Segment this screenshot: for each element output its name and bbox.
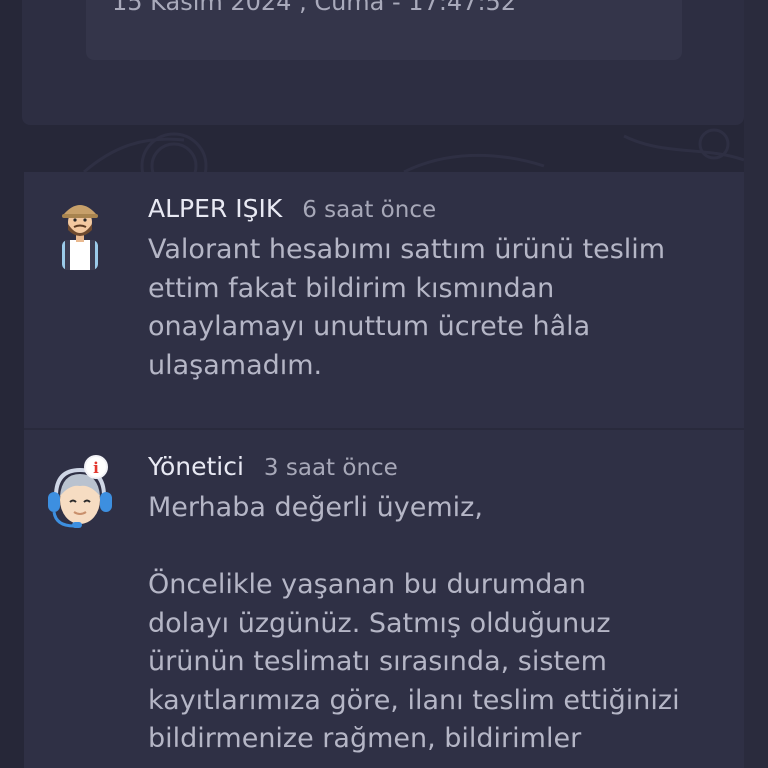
message-time: 6 saat önce (302, 197, 437, 223)
support-ticket-page: 15 Kasım 2024 , Cuma - 17:47:52 ALPER IŞ… (0, 0, 768, 768)
message-author: Yönetici (148, 452, 244, 481)
message-author: ALPER IŞIK (148, 194, 283, 223)
message-body: Merhaba değerli üyemiz, Öncelikle yaşana… (148, 492, 680, 754)
message-body: Valorant hesabımı sattım ürünü teslim et… (148, 234, 666, 381)
ticket-date: 15 Kasım 2024 , Cuma - 17:47:52 (112, 0, 517, 16)
ticket-info-card (22, 0, 744, 125)
message-divider (24, 428, 744, 430)
decorative-pattern (83, 128, 744, 172)
message-item: Yönetici 3 saat önce Merhaba değerli üye… (148, 452, 738, 759)
worker-avatar-icon (62, 205, 98, 270)
message-header: ALPER IŞIK 6 saat önce (148, 194, 738, 223)
message-item: ALPER IŞIK 6 saat önce Valorant hesabımı… (148, 194, 738, 385)
right-edge-strip (744, 0, 768, 768)
info-badge-icon: i (84, 455, 108, 479)
message-time: 3 saat önce (263, 455, 398, 481)
message-header: Yönetici 3 saat önce (148, 452, 738, 481)
